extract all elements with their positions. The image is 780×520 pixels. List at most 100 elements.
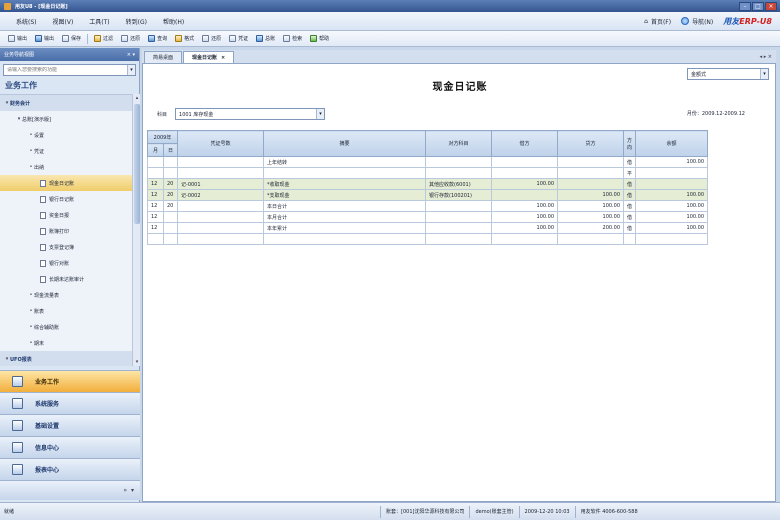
tool-restore2[interactable]: 还原 — [198, 33, 225, 45]
menu-help[interactable]: 帮助(H) — [155, 17, 192, 26]
table-row — [147, 233, 709, 245]
account-select[interactable]: 1001 库存现金 ▾ — [175, 108, 326, 120]
table-row[interactable]: 12 20 记-0001 *收取现金 其他应收款(6001) 100.00 借 — [147, 178, 709, 190]
info-icon — [12, 442, 23, 453]
minimize-button[interactable]: – — [739, 1, 751, 11]
col-summary[interactable]: 摘要 — [263, 130, 427, 157]
cell-credit: 200.00 — [557, 222, 625, 234]
table-row[interactable]: 平 — [147, 167, 709, 179]
col-counter[interactable]: 对方科目 — [425, 130, 493, 157]
nav-basic-settings[interactable]: 基础设置 — [0, 414, 140, 436]
cell-direction: 借 — [623, 156, 637, 168]
tool-query[interactable]: 查询 — [144, 33, 171, 45]
cell-balance: 100.00 — [635, 200, 709, 212]
cell-summary: 上年结转 — [263, 156, 427, 168]
tool-export[interactable]: 输出 — [31, 33, 58, 45]
nav-buttons: 业务工作 系统服务 基础设置 信息中心 报表中心 » ▾ — [0, 370, 140, 500]
query-icon — [148, 35, 156, 42]
col-day: 日 — [162, 143, 179, 157]
tree-item[interactable]: ▾ UFO报表 — [0, 351, 132, 366]
tree-item[interactable]: ▾ 财务会计 — [0, 95, 132, 111]
expand-icon[interactable]: » — [123, 487, 127, 494]
tool-format[interactable]: 格式 — [171, 33, 198, 45]
tool-voucher[interactable]: 凭证 — [225, 33, 252, 45]
table-row[interactable]: 12 本年累计 100.00 200.00 借 100.00 — [147, 222, 709, 234]
tool-filter[interactable]: 过滤 — [90, 33, 117, 45]
cell-voucher — [177, 211, 265, 223]
col-balance[interactable]: 余额 — [635, 130, 709, 157]
tool-save[interactable]: 保存 — [58, 33, 85, 45]
tool-restore[interactable]: 还原 — [117, 33, 144, 45]
tool-search[interactable]: 检索 — [279, 33, 306, 45]
tree-item[interactable]: 长期未达账审计 — [0, 271, 132, 287]
tree-item[interactable]: 现金日记账 — [0, 175, 132, 191]
menu-goto[interactable]: 转到(G) — [118, 17, 155, 26]
nav-footer[interactable]: » ▾ — [0, 480, 140, 500]
filter-icon — [94, 35, 102, 42]
tree-item[interactable]: 资金日报 — [0, 207, 132, 223]
document-icon — [40, 275, 46, 283]
cell-direction: 借 — [623, 178, 637, 190]
menu-tools[interactable]: 工具(T) — [81, 17, 117, 26]
status-bar: 就绪 账套：[001]沈阳华源科技有限公司 demo(账套主管) 2009-12… — [0, 502, 780, 520]
chevron-down-icon[interactable]: ▾ — [127, 65, 135, 75]
sidebar-search[interactable]: ▾ — [3, 64, 136, 76]
table-row[interactable]: 上年结转 借 100.00 — [147, 156, 709, 168]
sidebar-close-icon[interactable]: × ▾ — [127, 52, 135, 58]
tool-ledger[interactable]: 总账 — [252, 33, 279, 45]
tab-desktop[interactable]: 简易桌面 — [144, 51, 183, 63]
tree-item[interactable]: ▾ 总账[演示版] — [0, 111, 132, 127]
sidebar: 业务导航视图 × ▾ ▾ 业务工作 ▾财务会计▾总账[演示版]•设置•凭证•出纳… — [0, 48, 140, 502]
nav-system-service[interactable]: 系统服务 — [0, 392, 140, 414]
tab-cash-journal[interactable]: 现金日记账 × — [183, 51, 235, 63]
col-voucher[interactable]: 凭证号数 — [177, 130, 265, 157]
scroll-down-icon[interactable]: ▾ — [133, 358, 141, 366]
search-input[interactable] — [4, 67, 127, 73]
tree-item[interactable]: 银行对账 — [0, 255, 132, 271]
tree-item[interactable]: • 出纳 — [0, 159, 132, 175]
cell-month: 12 — [147, 211, 164, 223]
tree-item[interactable]: • 凭证 — [0, 143, 132, 159]
scroll-up-icon[interactable]: ▴ — [133, 94, 141, 102]
navigate-link[interactable]: 导航(N) — [681, 17, 713, 26]
tree-item[interactable]: 支票登记簿 — [0, 239, 132, 255]
tab-nav-icon[interactable]: ◂ ▸ × — [760, 54, 772, 60]
cell-day — [162, 167, 179, 179]
tree-item[interactable]: • 设置 — [0, 127, 132, 143]
chevron-down-icon[interactable]: ▾ — [131, 487, 134, 494]
tree-scrollbar[interactable]: ▴ ▾ — [132, 94, 140, 366]
maximize-button[interactable]: □ — [752, 1, 764, 11]
chevron-down-icon[interactable]: ▾ — [316, 109, 325, 119]
tree-item[interactable]: • 账表 — [0, 303, 132, 319]
tree-item[interactable]: • 现金流量表 — [0, 287, 132, 303]
table-row[interactable]: 12 20 本日合计 100.00 100.00 借 100.00 — [147, 200, 709, 212]
menu-system[interactable]: 系统(S) — [8, 17, 45, 26]
tool-help[interactable]: 帮助 — [306, 33, 333, 45]
cell-balance: 100.00 — [635, 211, 709, 223]
tree-item[interactable]: • 综合辅助账 — [0, 319, 132, 335]
scroll-thumb[interactable] — [134, 104, 140, 224]
nav-business[interactable]: 业务工作 — [0, 370, 140, 392]
cell-direction: 平 — [623, 167, 637, 179]
tree-item-label: 出纳 — [34, 164, 45, 171]
brand-logo: 用友ERP-U8 — [723, 16, 772, 26]
tool-print[interactable]: 输出 — [4, 33, 31, 45]
tree-item[interactable]: 银行日记账 — [0, 191, 132, 207]
col-credit[interactable]: 贷方 — [557, 130, 625, 157]
nav-info-center[interactable]: 信息中心 — [0, 436, 140, 458]
title-bar: 用友U8 - [现金日记账] – □ × — [0, 0, 780, 12]
home-link[interactable]: ⌂ 首页(F) — [644, 17, 671, 26]
table-row[interactable]: 12 本月合计 100.00 100.00 借 100.00 — [147, 211, 709, 223]
nav-report-center[interactable]: 报表中心 — [0, 458, 140, 480]
cell-credit: 100.00 — [557, 200, 625, 212]
close-button[interactable]: × — [765, 1, 777, 11]
globe-icon — [681, 17, 690, 25]
cell-voucher: 记-0001 — [177, 178, 265, 190]
menu-view[interactable]: 视图(V) — [45, 17, 82, 26]
tree-item[interactable]: 账簿打印 — [0, 223, 132, 239]
tree-item[interactable]: • 期末 — [0, 335, 132, 351]
col-debit[interactable]: 借方 — [491, 130, 559, 157]
close-tab-icon[interactable]: × — [221, 55, 225, 61]
col-direction[interactable]: 方向 — [623, 130, 637, 157]
table-row[interactable]: 12 20 记-0002 *支取现金 银行存款(100201) 100.00 借 100.00 — [147, 189, 709, 201]
